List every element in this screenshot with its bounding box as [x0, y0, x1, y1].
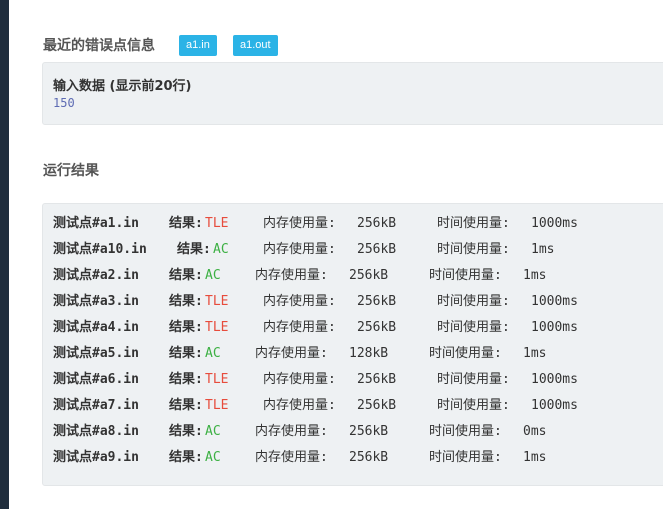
verdict-value: TLE [205, 398, 229, 413]
verdict-value: TLE [205, 372, 229, 387]
memory-value: 256kB [357, 294, 397, 309]
test-point-name: 测试点#a8.in [53, 424, 139, 439]
memory-label: 内存使用量: [255, 450, 328, 465]
time-label: 时间使用量: [429, 346, 502, 361]
memory-value: 256kB [357, 242, 397, 257]
time-value: 1000ms [531, 398, 578, 413]
verdict-value: TLE [205, 294, 229, 309]
test-point-name: 测试点#a5.in [53, 346, 139, 361]
time-value: 1ms [523, 268, 547, 283]
test-point-name: 测试点#a2.in [53, 268, 139, 283]
memory-value: 256kB [357, 216, 397, 231]
memory-label: 内存使用量: [263, 242, 336, 257]
test-point-name: 测试点#a10.in [53, 242, 147, 257]
time-value: 1000ms [531, 320, 578, 335]
test-point-name: 测试点#a7.in [53, 398, 139, 413]
memory-label: 内存使用量: [263, 372, 336, 387]
verdict-value: AC [213, 242, 229, 257]
verdict-label: 结果: [169, 372, 203, 387]
verdict-label: 结果: [169, 294, 203, 309]
verdict-label: 结果: [169, 268, 203, 283]
time-label: 时间使用量: [437, 398, 510, 413]
test-point-name: 测试点#a9.in [53, 450, 139, 465]
memory-label: 内存使用量: [255, 268, 328, 283]
input-data-value: 150 [53, 96, 75, 110]
run-result-panel: 测试点#a1.in 结果: TLE 内存使用量: 256kB 时间使用量: 1000ms 测试… [42, 203, 663, 486]
time-value: 1000ms [531, 216, 578, 231]
verdict-value: AC [205, 450, 221, 465]
output-file-tag[interactable]: a1.out [233, 35, 278, 56]
memory-value: 128kB [349, 346, 389, 361]
time-label: 时间使用量: [437, 294, 510, 309]
verdict-label: 结果: [169, 320, 203, 335]
verdict-label: 结果: [169, 398, 203, 413]
test-point-name: 测试点#a6.in [53, 372, 139, 387]
memory-value: 256kB [357, 320, 397, 335]
memory-label: 内存使用量: [263, 398, 336, 413]
verdict-value: AC [205, 424, 221, 439]
memory-value: 256kB [349, 424, 389, 439]
time-label: 时间使用量: [429, 424, 502, 439]
memory-label: 内存使用量: [263, 216, 336, 231]
time-value: 1000ms [531, 294, 578, 309]
memory-value: 256kB [357, 398, 397, 413]
time-value: 1ms [523, 346, 547, 361]
input-file-tag[interactable]: a1.in [179, 35, 217, 56]
memory-label: 内存使用量: [255, 424, 328, 439]
verdict-value: TLE [205, 320, 229, 335]
memory-value: 256kB [349, 268, 389, 283]
time-label: 时间使用量: [437, 320, 510, 335]
verdict-value: AC [205, 268, 221, 283]
memory-value: 256kB [357, 372, 397, 387]
time-value: 1000ms [531, 372, 578, 387]
verdict-label: 结果: [169, 424, 203, 439]
input-data-label: 输入数据 (显示前20行) [53, 79, 192, 94]
input-data-panel: 输入数据 (显示前20行) 150 [42, 62, 663, 125]
verdict-label: 结果: [169, 216, 203, 231]
run-result-title: 运行结果 [43, 163, 99, 179]
left-sidebar-edge [0, 0, 9, 509]
test-point-name: 测试点#a4.in [53, 320, 139, 335]
time-label: 时间使用量: [429, 268, 502, 283]
verdict-value: AC [205, 346, 221, 361]
verdict-label: 结果: [169, 450, 203, 465]
time-value: 1ms [531, 242, 555, 257]
verdict-label: 结果: [169, 346, 203, 361]
memory-label: 内存使用量: [263, 294, 336, 309]
verdict-value: TLE [205, 216, 229, 231]
time-value: 1ms [523, 450, 547, 465]
time-label: 时间使用量: [437, 216, 510, 231]
memory-label: 内存使用量: [255, 346, 328, 361]
test-point-name: 测试点#a1.in [53, 216, 139, 231]
recent-error-title: 最近的错误点信息 [43, 38, 155, 54]
time-label: 时间使用量: [437, 242, 510, 257]
time-label: 时间使用量: [429, 450, 502, 465]
verdict-label: 结果: [177, 242, 211, 257]
memory-label: 内存使用量: [263, 320, 336, 335]
memory-value: 256kB [349, 450, 389, 465]
test-point-name: 测试点#a3.in [53, 294, 139, 309]
time-label: 时间使用量: [437, 372, 510, 387]
time-value: 0ms [523, 424, 547, 439]
